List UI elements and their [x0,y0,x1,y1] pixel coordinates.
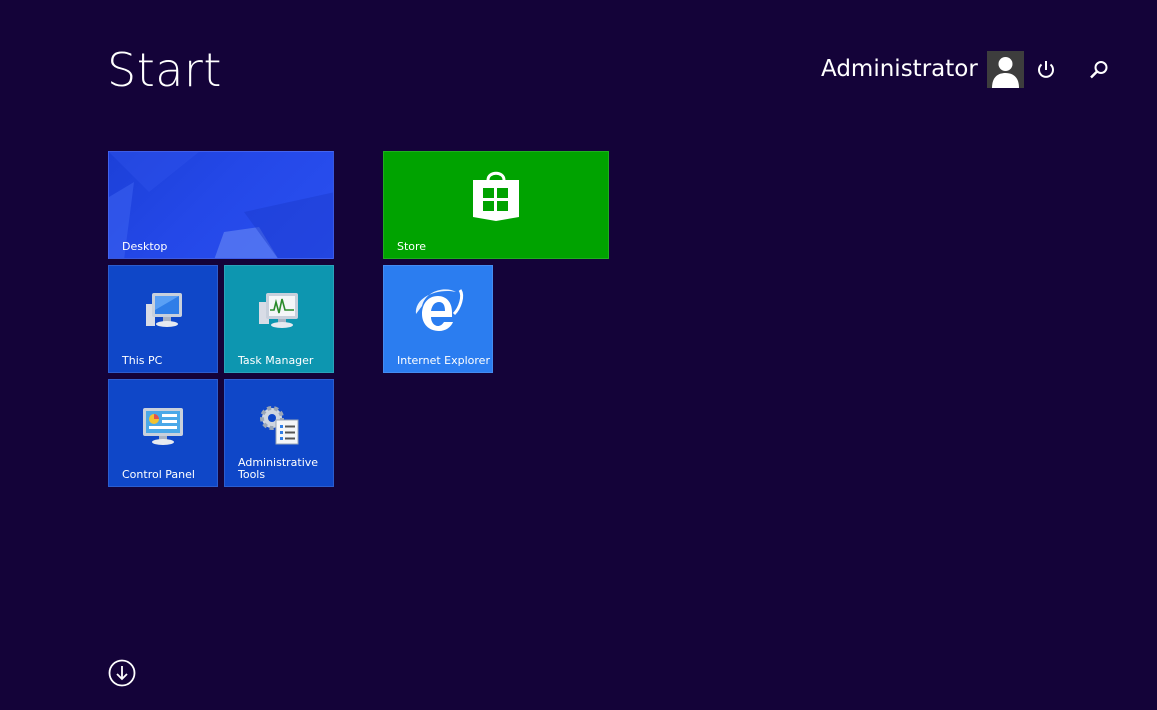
power-icon[interactable] [1034,58,1058,82]
tile-label: Desktop [122,240,168,253]
store-bag-icon [473,171,519,221]
user-name: Administrator [821,56,978,82]
tile-label: Administrative Tools [238,456,319,481]
tile-label: Task Manager [238,354,314,367]
tile-task-manager[interactable]: Task Manager [224,265,334,373]
page-title: Start [107,43,222,97]
user-avatar-icon[interactable] [986,51,1024,88]
start-screen: Start Administrator Desktop Store This P… [0,0,1157,710]
tile-label: Control Panel [122,468,195,481]
user-account[interactable]: Administrator [800,51,1024,88]
tile-internet-explorer[interactable]: Internet Explorer [383,265,493,373]
tile-label: Store [397,240,427,253]
tile-control-panel[interactable]: Control Panel [108,379,218,487]
down-arrow-circle-icon [108,659,136,687]
tile-label: Internet Explorer [397,354,490,367]
tile-desktop[interactable]: Desktop [108,151,334,259]
tile-administrative-tools[interactable]: Administrative Tools [224,379,334,487]
tile-label: This PC [122,354,163,367]
tile-this-pc[interactable]: This PC [108,265,218,373]
computer-icon [146,293,182,327]
task-manager-icon [259,293,298,328]
internet-explorer-icon [415,289,464,331]
search-icon[interactable] [1087,58,1111,82]
tile-store[interactable]: Store [383,151,609,259]
control-panel-icon [143,408,183,445]
all-apps-button[interactable] [108,659,136,687]
admin-tools-icon [260,406,299,445]
